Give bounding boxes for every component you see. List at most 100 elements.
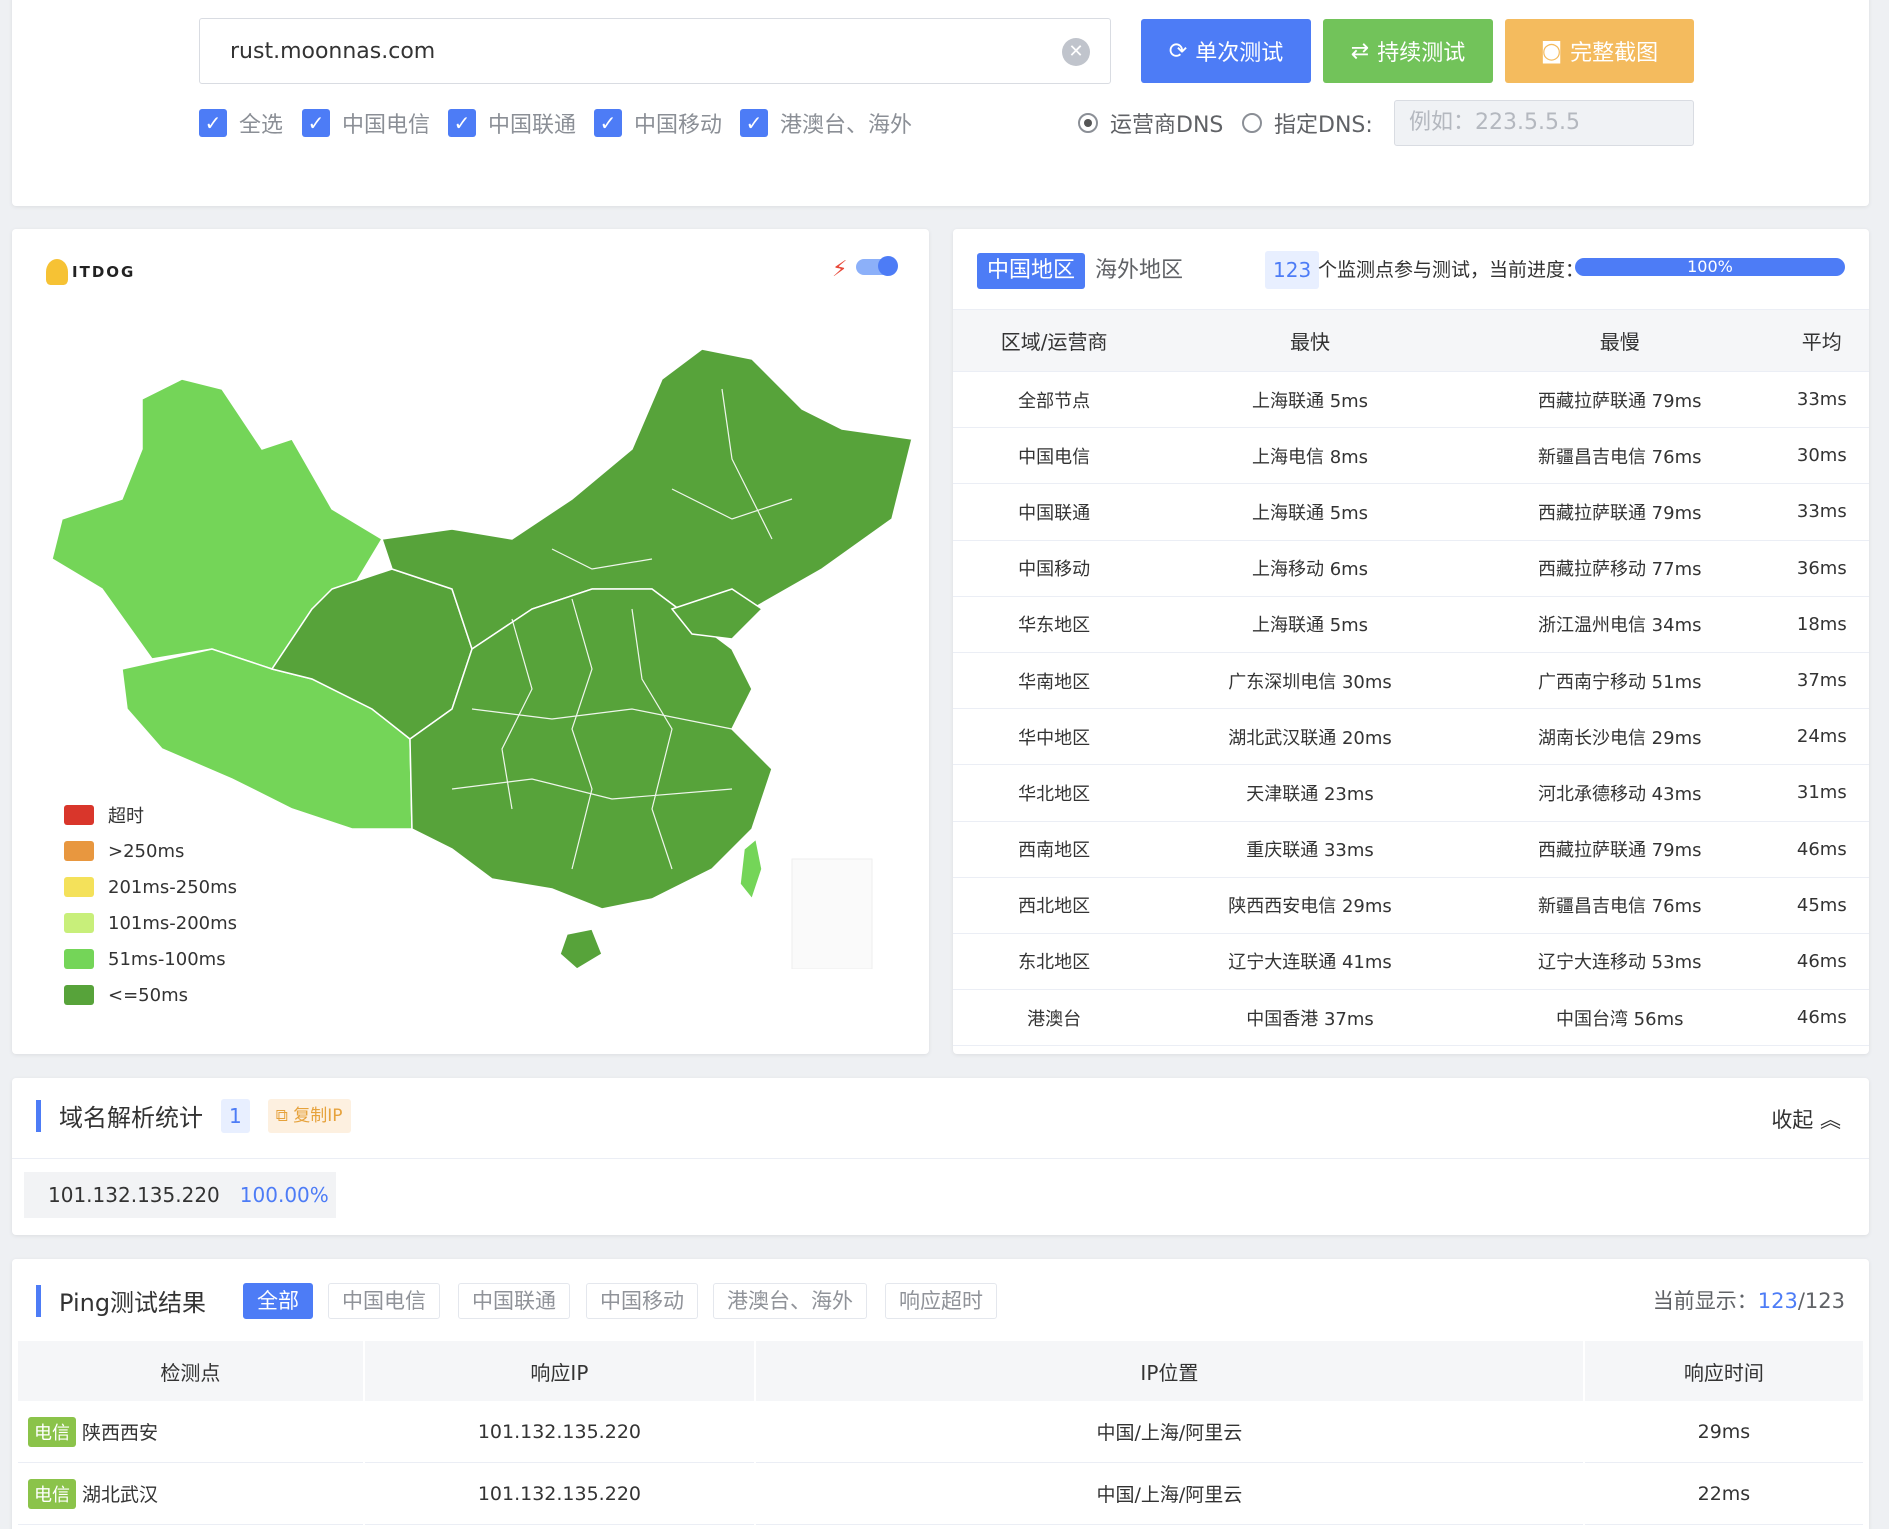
- filter-unicom[interactable]: 中国联通: [458, 1283, 570, 1319]
- collapse-button[interactable]: 收起 ︽: [1771, 1104, 1841, 1134]
- legend-item-101-200: 101ms-200ms: [64, 905, 237, 941]
- radio-label: 运营商DNS: [1110, 113, 1224, 138]
- table-cell: 港澳台: [953, 989, 1156, 1047]
- table-cell: 18ms: [1774, 596, 1869, 653]
- table-cell: 101.132.135.220: [364, 1401, 754, 1463]
- filter-all[interactable]: 全部: [243, 1283, 313, 1319]
- table-row: 华东地区 上海联通 5ms 浙江温州电信 34ms 18ms: [953, 596, 1869, 653]
- table-cell: 101.132.135.220: [364, 1463, 754, 1525]
- checkbox-mobile[interactable]: ✓ 中国移动: [594, 107, 722, 139]
- single-test-button[interactable]: ⟳ 单次测试: [1141, 19, 1311, 83]
- checkbox-label: 港澳台、海外: [780, 113, 913, 138]
- filter-timeout[interactable]: 响应超时: [885, 1283, 997, 1319]
- legend-item-201-250: 201ms-250ms: [64, 869, 237, 905]
- dns-section-header: 域名解析统计 1 ⧉ 复制IP: [36, 1098, 351, 1133]
- legend-label: 51ms-100ms: [108, 948, 226, 970]
- table-cell: 辽宁大连联通 41ms: [1155, 933, 1465, 991]
- itdog-logo: ITDOG: [46, 259, 135, 285]
- filter-telecom[interactable]: 中国电信: [328, 1283, 440, 1319]
- table-cell: 新疆昌吉电信 76ms: [1464, 427, 1775, 485]
- clear-icon[interactable]: ✕: [1062, 38, 1090, 66]
- table-row: 电信 湖北武汉 101.132.135.220 中国/上海/阿里云 22ms: [18, 1463, 1863, 1525]
- copy-ip-button[interactable]: ⧉ 复制IP: [267, 1098, 351, 1133]
- resolved-ip: 101.132.135.220: [48, 1183, 220, 1207]
- dns-resolution-card: 域名解析统计 1 ⧉ 复制IP 收起 ︽ 101.132.135.220 100…: [12, 1078, 1869, 1235]
- section-title: 域名解析统计: [59, 1104, 203, 1132]
- table-cell: 西藏拉萨联通 79ms: [1464, 371, 1775, 429]
- legend-item-250plus: >250ms: [64, 833, 237, 869]
- table-cell: 西藏拉萨移动 77ms: [1464, 540, 1775, 597]
- check-icon: ✓: [448, 109, 476, 137]
- legend-label: 201ms-250ms: [108, 876, 238, 898]
- custom-dns-input[interactable]: 例如：223.5.5.5: [1394, 100, 1694, 146]
- table-header-row: 检测点 响应IP IP位置 响应时间: [18, 1341, 1863, 1401]
- checkbox-telecom[interactable]: ✓ 中国电信: [302, 107, 430, 139]
- column-header: 最慢: [1464, 309, 1775, 372]
- probe-location: 湖北武汉: [82, 1483, 159, 1506]
- checkbox-label: 中国联通: [488, 113, 577, 138]
- continuous-test-button[interactable]: ⇄ 持续测试: [1323, 19, 1493, 83]
- table-cell: 华中地区: [953, 708, 1156, 766]
- bolt-icon: ⚡: [832, 257, 848, 282]
- region-stats-card: 中国地区 海外地区 123 个监测点参与测试，当前进度： 100% 区域/运营商…: [953, 229, 1869, 1054]
- table-cell: 西北地区: [953, 877, 1156, 934]
- column-header: 响应时间: [1584, 1341, 1863, 1401]
- url-input[interactable]: rust.moonnas.com ✕: [199, 18, 1111, 84]
- legend-swatch: [64, 985, 94, 1005]
- region-stats-table: 区域/运营商 最快 最慢 平均 全部节点 上海联通 5ms 西藏拉萨联通 79ms 3…: [953, 309, 1869, 1047]
- table-cell: 西藏拉萨联通 79ms: [1464, 483, 1775, 541]
- divider: [12, 1158, 1869, 1159]
- radio-custom-dns[interactable]: 指定DNS:: [1242, 107, 1373, 139]
- filter-overseas[interactable]: 港澳台、海外: [713, 1283, 867, 1319]
- table-cell: 全部节点: [953, 371, 1156, 429]
- column-header: 区域/运营商: [953, 309, 1156, 372]
- table-row: 电信 陕西西安 101.132.135.220 中国/上海/阿里云 29ms: [18, 1401, 1863, 1463]
- table-row: 华南地区 广东深圳电信 30ms 广西南宁移动 51ms 37ms: [953, 652, 1869, 710]
- radio-dot: [1078, 113, 1098, 133]
- section-accent-bar: [36, 1284, 41, 1317]
- tab-overseas-region[interactable]: 海外地区: [1095, 253, 1183, 289]
- table-cell: 30ms: [1774, 427, 1869, 485]
- column-header: 检测点: [18, 1341, 363, 1401]
- table-cell: 西南地区: [953, 821, 1156, 878]
- south-china-sea-inset: [791, 858, 873, 969]
- camera-icon: ◙: [1540, 38, 1563, 64]
- screenshot-button[interactable]: ◙ 完整截图: [1505, 19, 1694, 83]
- table-cell: 广西南宁移动 51ms: [1464, 652, 1775, 710]
- table-cell: 上海移动 6ms: [1155, 540, 1465, 597]
- table-cell: 33ms: [1774, 483, 1869, 541]
- ping-results-table: 检测点 响应IP IP位置 响应时间 电信 陕西西安 101.132.135.220…: [16, 1341, 1865, 1525]
- table-cell: 22ms: [1584, 1463, 1863, 1525]
- result-count-total: /123: [1797, 1289, 1845, 1313]
- dog-icon: [46, 259, 68, 285]
- map-toggle[interactable]: [856, 256, 898, 276]
- radio-label: 指定DNS:: [1274, 113, 1373, 138]
- filter-mobile[interactable]: 中国移动: [586, 1283, 698, 1319]
- table-cell: 辽宁大连移动 53ms: [1464, 933, 1775, 991]
- table-cell: 重庆联通 33ms: [1155, 821, 1465, 878]
- checkbox-overseas[interactable]: ✓ 港澳台、海外: [740, 107, 912, 139]
- table-cell: 46ms: [1774, 989, 1869, 1047]
- check-icon: ✓: [302, 109, 330, 137]
- legend-item-51-100: 51ms-100ms: [64, 941, 237, 977]
- table-cell: 33ms: [1774, 371, 1869, 429]
- table-header-row: 区域/运营商 最快 最慢 平均: [953, 309, 1869, 372]
- legend-label: 101ms-200ms: [108, 912, 238, 934]
- map-region-hainan: [559, 928, 603, 969]
- map-region-taiwan: [739, 837, 763, 901]
- table-row: 西南地区 重庆联通 33ms 西藏拉萨联通 79ms 46ms: [953, 821, 1869, 878]
- checkbox-label: 中国移动: [634, 113, 723, 138]
- table-cell: 45ms: [1774, 877, 1869, 934]
- isp-tag: 电信: [28, 1478, 76, 1509]
- tab-china-region[interactable]: 中国地区: [977, 253, 1086, 289]
- table-row: 华北地区 天津联通 23ms 河北承德移动 43ms 31ms: [953, 764, 1869, 822]
- radio-isp-dns[interactable]: 运营商DNS: [1078, 107, 1223, 139]
- screenshot-label: 完整截图: [1570, 41, 1659, 66]
- legend-label: >250ms: [108, 840, 185, 862]
- refresh-icon: ⟳: [1168, 38, 1188, 64]
- checkbox-unicom[interactable]: ✓ 中国联通: [448, 107, 576, 139]
- table-cell: 中国联通: [953, 483, 1156, 541]
- checkbox-select-all[interactable]: ✓ 全选: [199, 107, 283, 139]
- table-cell: 华南地区: [953, 652, 1156, 710]
- test-progress-bar: 100%: [1575, 258, 1845, 276]
